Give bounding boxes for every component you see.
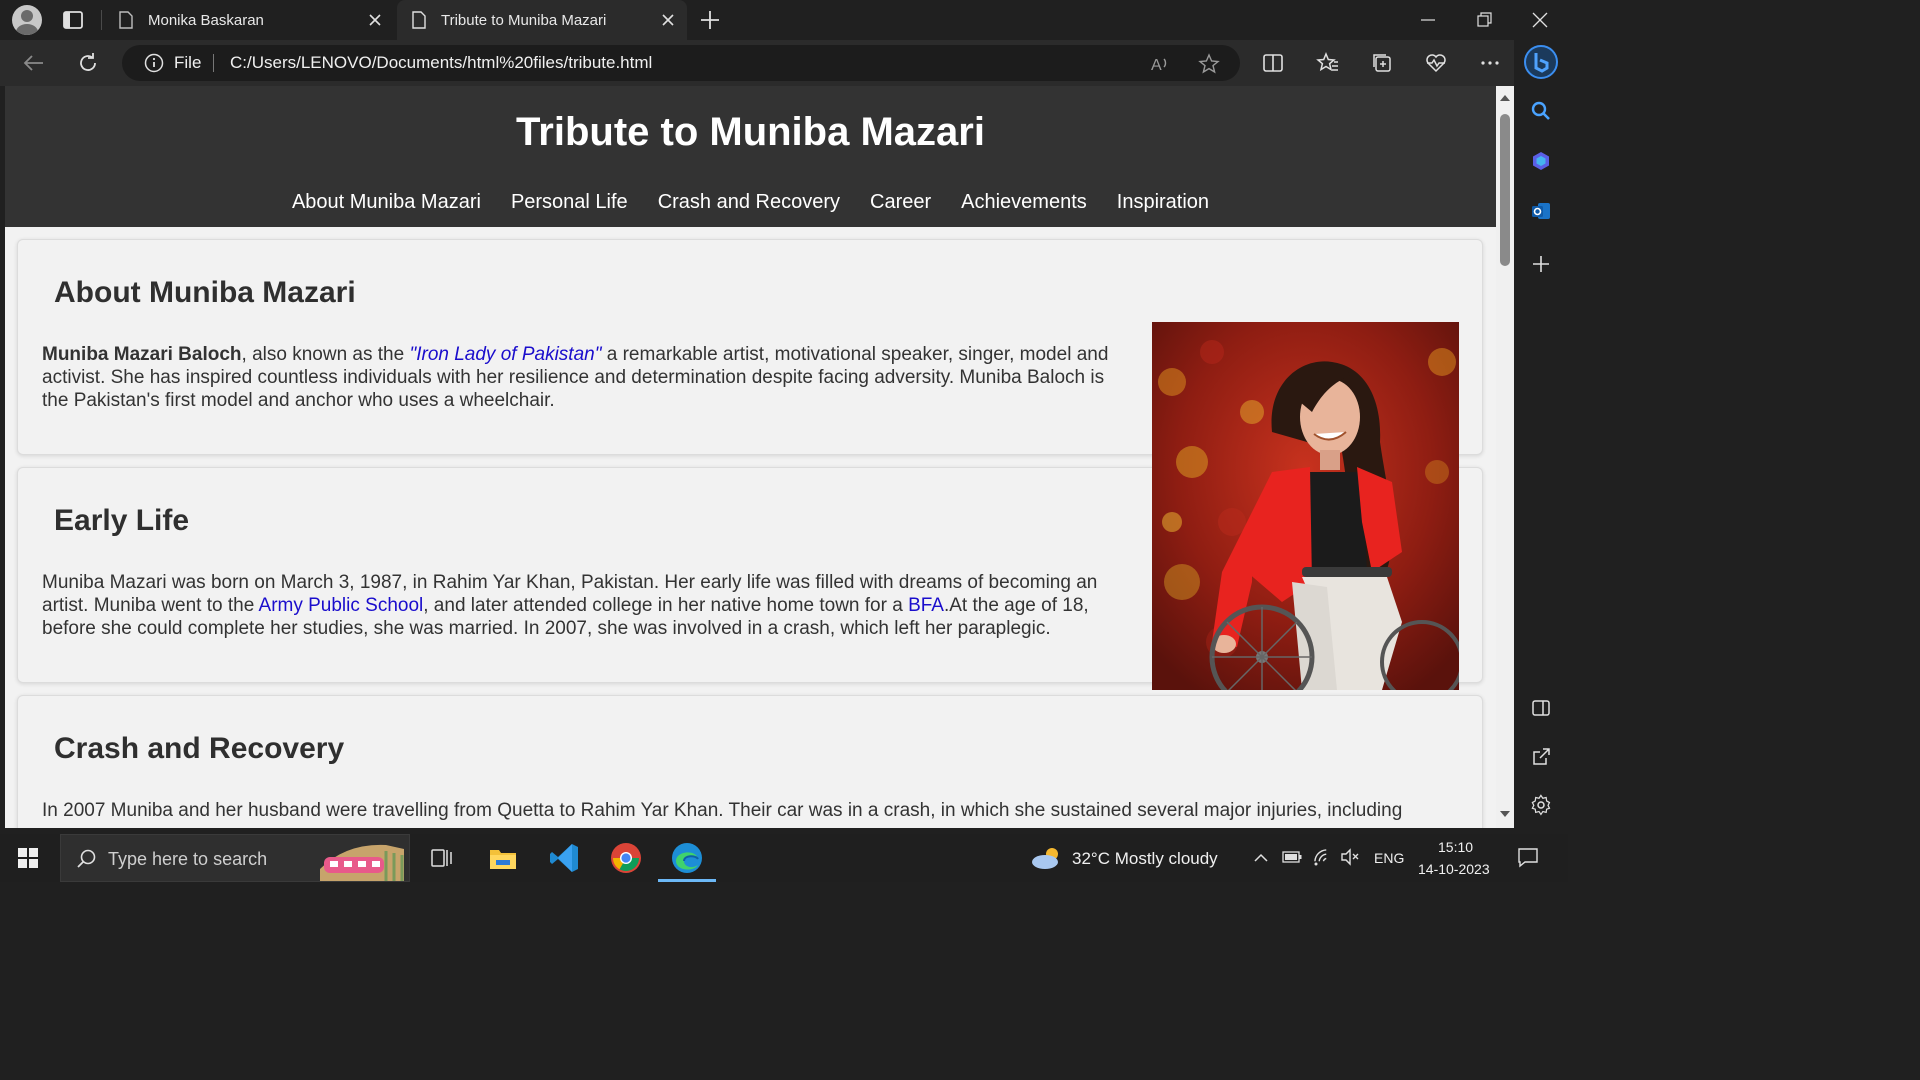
- text: , also known as the: [241, 344, 410, 365]
- search-icon: [77, 849, 96, 868]
- battery-icon[interactable]: [1282, 850, 1302, 864]
- text: , and later attended college in her nati…: [423, 595, 909, 616]
- section-paragraph: Muniba Mazari was born on March 3, 1987,…: [42, 571, 1132, 640]
- read-aloud-icon[interactable]: A: [1149, 53, 1171, 75]
- minimize-icon[interactable]: [1418, 10, 1438, 30]
- section-paragraph: In 2007 Muniba and her husband were trav…: [42, 799, 1462, 822]
- tab-label: Tribute to Muniba Mazari: [441, 11, 607, 29]
- nav-link-career[interactable]: Career: [855, 191, 946, 214]
- section-heading: Crash and Recovery: [54, 732, 345, 765]
- edge-taskbar-item[interactable]: [658, 841, 716, 882]
- favorite-star-icon[interactable]: [1198, 53, 1220, 75]
- wifi-icon[interactable]: [1312, 847, 1332, 867]
- volume-muted-icon[interactable]: [1340, 847, 1360, 867]
- bfa-link[interactable]: BFA: [908, 595, 944, 616]
- restore-icon[interactable]: [1474, 10, 1494, 30]
- copilot-icon[interactable]: [1530, 150, 1552, 172]
- site-nav: About Muniba Mazari Personal Life Crash …: [5, 191, 1496, 214]
- open-external-icon[interactable]: [1530, 746, 1552, 768]
- browser-title-bar: Monika Baskaran Tribute to Muniba Mazari: [0, 0, 1568, 40]
- address-bar[interactable]: File C:/Users/LENOVO/Documents/html%20fi…: [122, 45, 1240, 81]
- section-crash-recovery: Crash and Recovery In 2007 Muniba and he…: [17, 695, 1483, 828]
- page-scrollbar[interactable]: [1496, 86, 1514, 828]
- tab-actions-icon[interactable]: [62, 9, 84, 31]
- add-icon[interactable]: [1530, 253, 1552, 275]
- more-options-icon[interactable]: [1478, 51, 1502, 75]
- profile-avatar[interactable]: [12, 5, 42, 35]
- edge-sidebar: [1514, 40, 1568, 828]
- split-screen-icon[interactable]: [1261, 51, 1285, 75]
- refresh-icon[interactable]: [76, 51, 100, 75]
- file-explorer-icon[interactable]: [486, 841, 520, 875]
- tab-monika-baskaran[interactable]: Monika Baskaran: [104, 0, 394, 40]
- page-title: Tribute to Muniba Mazari: [516, 110, 985, 154]
- svg-text:A: A: [1151, 57, 1162, 74]
- weather-text[interactable]: 32°C Mostly cloudy: [1072, 849, 1218, 869]
- sidebar-toggle-icon[interactable]: [1530, 697, 1552, 719]
- browser-essentials-icon[interactable]: [1424, 51, 1448, 75]
- tab-separator: [101, 10, 102, 30]
- search-highlight-illustration-icon: [320, 844, 404, 881]
- address-toolbar: File C:/Users/LENOVO/Documents/html%20fi…: [0, 40, 1568, 86]
- close-icon[interactable]: [366, 11, 384, 29]
- chrome-icon[interactable]: [609, 841, 643, 875]
- chevron-up-icon[interactable]: [1253, 850, 1269, 866]
- windows-taskbar: Type here to search 32°C Mostly cloudy E…: [0, 834, 1568, 882]
- close-window-icon[interactable]: [1530, 10, 1550, 30]
- tab-tribute[interactable]: Tribute to Muniba Mazari: [397, 0, 687, 40]
- divider: [213, 54, 214, 72]
- nav-link-inspiration[interactable]: Inspiration: [1102, 191, 1224, 214]
- section-heading: Early Life: [54, 504, 190, 537]
- tab-label: Monika Baskaran: [148, 11, 264, 29]
- windows-start-icon[interactable]: [18, 848, 38, 868]
- section-paragraph: Muniba Mazari Baloch, also known as the …: [42, 343, 1124, 412]
- outlook-icon[interactable]: [1530, 200, 1552, 222]
- clock-time[interactable]: 15:10: [1438, 839, 1473, 855]
- nickname-link[interactable]: "Iron Lady of Pakistan": [409, 344, 601, 365]
- nav-link-crash-recovery[interactable]: Crash and Recovery: [643, 191, 855, 214]
- scroll-down-icon[interactable]: [1499, 810, 1511, 820]
- new-tab-icon[interactable]: [698, 8, 722, 32]
- task-view-icon[interactable]: [424, 841, 458, 875]
- army-public-school-link[interactable]: Army Public School: [259, 595, 424, 616]
- nav-link-about[interactable]: About Muniba Mazari: [277, 191, 496, 214]
- section-heading: About Muniba Mazari: [54, 276, 356, 309]
- language-indicator[interactable]: ENG: [1374, 850, 1404, 866]
- settings-gear-icon[interactable]: [1530, 794, 1552, 816]
- scroll-thumb[interactable]: [1500, 114, 1510, 266]
- close-icon[interactable]: [659, 11, 677, 29]
- back-icon[interactable]: [22, 51, 46, 75]
- taskbar-search-box[interactable]: Type here to search: [60, 834, 410, 882]
- nav-link-achievements[interactable]: Achievements: [946, 191, 1102, 214]
- page-icon: [412, 11, 426, 29]
- muniba-mazari-photo: [1152, 322, 1459, 690]
- clock-date[interactable]: 14-10-2023: [1418, 861, 1490, 877]
- search-placeholder: Type here to search: [108, 849, 268, 869]
- page-viewport: Tribute to Muniba Mazari About Muniba Ma…: [5, 86, 1496, 828]
- scheme-label: File: [174, 53, 202, 72]
- favorites-icon[interactable]: [1316, 51, 1340, 75]
- vscode-icon[interactable]: [548, 841, 582, 875]
- info-icon[interactable]: [144, 53, 164, 73]
- scroll-up-icon[interactable]: [1499, 92, 1511, 102]
- page-icon: [119, 11, 133, 29]
- site-header: Tribute to Muniba Mazari About Muniba Ma…: [5, 86, 1496, 227]
- edge-icon: [672, 843, 702, 873]
- weather-cloudy-icon: [1032, 848, 1058, 869]
- notifications-icon[interactable]: [1517, 846, 1539, 868]
- collections-icon[interactable]: [1370, 51, 1394, 75]
- bold-name: Muniba Mazari Baloch: [42, 344, 242, 365]
- nav-link-personal-life[interactable]: Personal Life: [496, 191, 643, 214]
- url-text[interactable]: C:/Users/LENOVO/Documents/html%20files/t…: [230, 53, 652, 73]
- text: In 2007 Muniba and her husband were trav…: [42, 800, 1403, 821]
- search-icon[interactable]: [1530, 100, 1552, 122]
- copilot-bing-icon[interactable]: [1523, 44, 1559, 80]
